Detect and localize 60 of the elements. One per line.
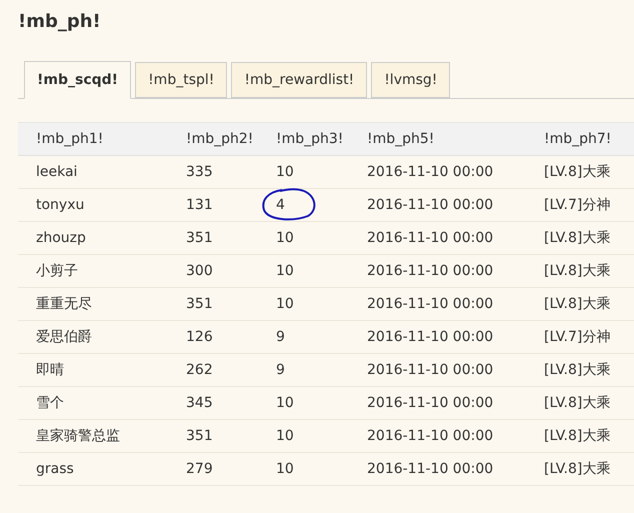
table-cell-text: [LV.8]大乘 [543,229,612,247]
tab[interactable]: !lvmsg! [371,62,450,98]
table-cell-text: 9 [275,329,286,345]
table-cell-text: [LV.8]大乘 [543,163,612,181]
column-header: !mb_ph2! [185,131,254,147]
column-header: !mb_ph7! [543,131,612,147]
table-cell-text: 279 [185,461,214,477]
table-cell-text: 9 [275,362,286,378]
table-cell-text: 10 [275,461,295,477]
table-cell-text: 2016-11-10 00:00 [366,263,494,279]
table-cell-text: [LV.8]大乘 [543,361,612,379]
table-cell-text: grass [35,461,75,477]
table-cell-text: 126 [185,329,214,345]
table-cell-text: 皇家骑警总监 [35,427,121,445]
page-title: !mb_ph! [18,10,102,34]
tab[interactable]: !mb_rewardlist! [231,62,368,98]
table-cell-text: 2016-11-10 00:00 [366,296,494,312]
table-cell-text: 重重无尽 [35,295,93,313]
table-cell-text: tonyxu [35,197,86,213]
table-cell-text: 131 [185,197,214,213]
column-header: !mb_ph3! [275,131,344,147]
table-cell-text: 10 [275,428,295,444]
table-cell-text: 10 [275,296,295,312]
table-cell-text: 10 [275,230,295,246]
table-cell-text: 300 [185,263,214,279]
table-cell-text: 2016-11-10 00:00 [366,395,494,411]
table-cell-text: 2016-11-10 00:00 [366,461,494,477]
table-cell-text: 2016-11-10 00:00 [366,230,494,246]
table-cell-text: 2016-11-10 00:00 [366,329,494,345]
table-cell-text: 小剪子 [35,262,79,280]
table-cell-text: 2016-11-10 00:00 [366,197,494,213]
tab[interactable]: !mb_scqd! [24,61,132,99]
column-header: !mb_ph1! [35,131,104,147]
table-cell-text: 雪个 [35,394,65,412]
table-cell-text: 爱思伯爵 [35,328,93,346]
table-cell-text: 351 [185,296,214,312]
table-cell-text: zhouzp [35,230,87,246]
table-cell-text: 即晴 [35,361,65,379]
tab[interactable]: !mb_tspl! [135,62,228,98]
table-cell-text: 335 [185,164,214,180]
table-cell-text: 345 [185,395,214,411]
table-cell-text: 10 [275,263,295,279]
table-cell-text: 10 [275,395,295,411]
table-cell-text: 2016-11-10 00:00 [366,164,494,180]
table-cell-text: [LV.8]大乘 [543,460,612,478]
table-cell-text: 351 [185,230,214,246]
table-cell-text: [LV.8]大乘 [543,394,612,412]
table-cell-text: 2016-11-10 00:00 [366,362,494,378]
table-cell-text: 2016-11-10 00:00 [366,428,494,444]
table-cell-text: [LV.7]分神 [543,196,612,214]
table-cell: 4 [258,197,349,213]
table-cell-text: 351 [185,428,214,444]
column-header: !mb_ph5! [366,131,436,147]
table-cell-text: [LV.8]大乘 [543,427,612,445]
table-cell-text: 10 [275,164,295,180]
table-cell-text: [LV.8]大乘 [543,295,612,313]
table-cell-text: [LV.7]分神 [543,328,612,346]
table-cell-text: [LV.8]大乘 [543,262,612,280]
table-cell-text: leekai [35,164,78,180]
table-cell-text: 262 [185,362,214,378]
